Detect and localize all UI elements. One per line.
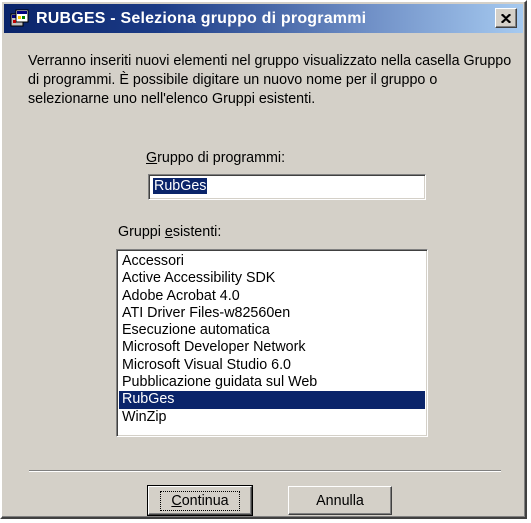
list-item[interactable]: Microsoft Visual Studio 6.0: [119, 357, 425, 374]
program-group-icon: [10, 9, 30, 29]
list-item[interactable]: Microsoft Developer Network: [119, 339, 425, 356]
list-item[interactable]: Active Accessibility SDK: [119, 270, 425, 287]
group-name-value: RubGes: [153, 178, 208, 194]
continue-button-label: Continua: [160, 490, 240, 511]
list-item[interactable]: RubGes: [119, 391, 425, 409]
list-item[interactable]: WinZip: [119, 409, 425, 426]
group-name-input[interactable]: RubGes: [148, 174, 426, 200]
close-icon: [501, 13, 511, 23]
list-item[interactable]: Pubblicazione guidata sul Web: [119, 374, 425, 391]
group-field-label: Gruppo di programmi:: [146, 150, 286, 166]
title-bar[interactable]: RUBGES - Seleziona gruppo di programmi: [4, 4, 523, 33]
list-item[interactable]: Esecuzione automatica: [119, 322, 425, 339]
cancel-button[interactable]: Annulla: [288, 486, 392, 515]
list-item[interactable]: ATI Driver Files-w82560en: [119, 305, 425, 322]
list-item[interactable]: Accessori: [119, 253, 425, 270]
existing-groups-label: Gruppi esistenti:: [118, 224, 222, 240]
cancel-button-label: Annulla: [316, 492, 364, 509]
dialog-window: RUBGES - Seleziona gruppo di programmi V…: [0, 0, 527, 519]
close-button[interactable]: [495, 8, 517, 28]
button-separator: [29, 470, 501, 472]
instructions-text: Verranno inseriti nuovi elementi nel gru…: [28, 53, 512, 107]
window-title: RUBGES - Seleziona gruppo di programmi: [36, 9, 367, 27]
existing-groups-listbox[interactable]: Accessori Active Accessibility SDK Adobe A…: [116, 249, 428, 437]
list-item[interactable]: Adobe Acrobat 4.0: [119, 288, 425, 305]
continue-button[interactable]: Continua: [147, 485, 253, 516]
